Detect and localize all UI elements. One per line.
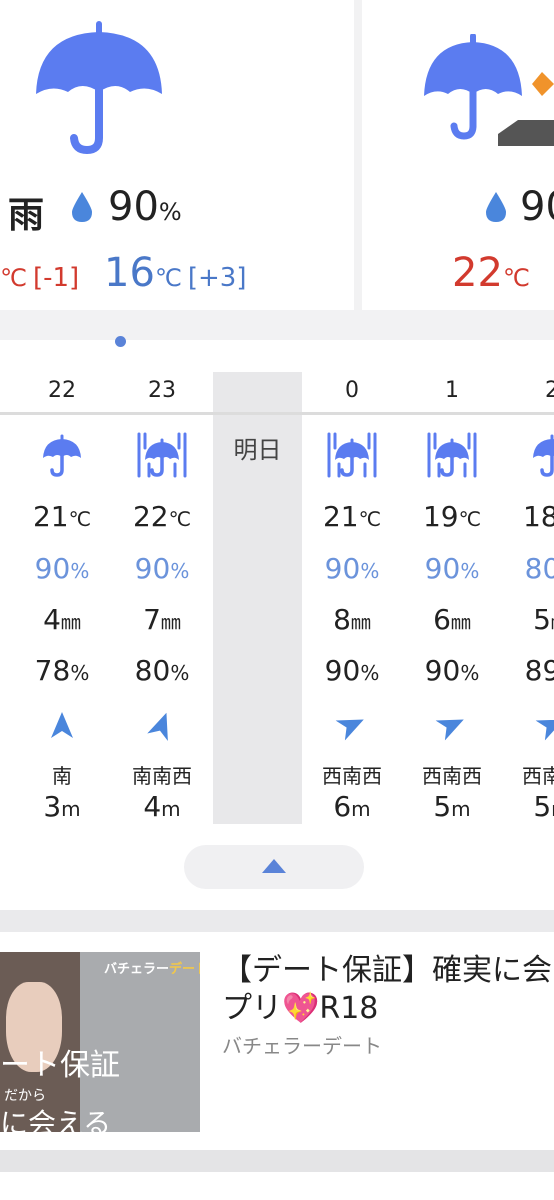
- hour-label: 0: [345, 378, 359, 403]
- next-day-card[interactable]: 90 22℃: [362, 0, 554, 310]
- section-separator: [0, 910, 554, 932]
- hour-humidity: 90%: [424, 654, 480, 687]
- hour-precip-prob: 90%: [34, 552, 90, 585]
- hour-humidity: 78%: [34, 654, 90, 687]
- raindrop-icon: [486, 192, 506, 222]
- hour-precip-prob: 90%: [424, 552, 480, 585]
- hour-column: 23 22℃ 90% 7㎜ 80% 南南西 4m: [112, 350, 212, 830]
- hour-temp: 22℃: [132, 500, 192, 533]
- hour-temp: 18℃: [522, 500, 554, 533]
- hour-precip-mm: 8㎜: [333, 603, 371, 636]
- wind-direction: 南南西: [132, 764, 192, 788]
- umbrella-icon: [502, 430, 554, 480]
- heavy-rain-umbrella-icon: [302, 430, 402, 480]
- ad-banner[interactable]: バチェラーデート ート保証 だから に会える 【デート保証】確実に会 プリ💖R1…: [0, 932, 554, 1150]
- umbrella-cloud-icon: [424, 34, 554, 146]
- hour-label: 22: [48, 378, 76, 403]
- wind-speed: 5m: [533, 790, 554, 823]
- wind-arrow-icon: [112, 710, 212, 741]
- high-temp: 22℃: [452, 250, 530, 296]
- umbrella-icon: [36, 21, 162, 155]
- hour-precip-mm: 4㎜: [43, 603, 81, 636]
- wind-arrow-icon: [402, 710, 502, 741]
- triangle-up-icon: [262, 859, 286, 873]
- hour-humidity: 89%: [524, 654, 554, 687]
- hour-label: 2: [545, 378, 554, 403]
- precip-prob: 90: [520, 184, 554, 230]
- ad-image[interactable]: バチェラーデート ート保証 だから に会える: [0, 952, 200, 1132]
- hour-precip-prob: 80%: [524, 552, 554, 585]
- hourly-forecast[interactable]: 明日 22 21℃ 90% 4㎜ 78% 南 3m 23 22℃ 90% 7㎜ 80% 南南西 4m 0 21…: [0, 350, 554, 910]
- weather-screen: 雨 90% ℃[-1] 16℃[+3] 90 22℃: [0, 0, 554, 1200]
- ad-title[interactable]: 【デート保証】確実に会 プリ💖R18: [222, 952, 554, 1028]
- low-temp: 16℃ [+3]: [104, 250, 247, 296]
- hour-precip-prob: 90%: [324, 552, 380, 585]
- tomorrow-label: 明日: [233, 436, 282, 464]
- wind-direction: 西南西: [422, 764, 482, 788]
- hour-precip-mm: 5㎜: [533, 603, 554, 636]
- hour-column: 22 21℃ 90% 4㎜ 78% 南 3m: [12, 350, 112, 830]
- hour-column: 2 18℃ 80% 5㎜ 89% 西南西5m: [502, 350, 554, 830]
- hour-column: 0 21℃ 90% 8㎜ 90% 西南西 6m: [302, 350, 402, 830]
- daily-forecast-strip[interactable]: 雨 90% ℃[-1] 16℃[+3] 90 22℃: [0, 0, 554, 340]
- ad-image-text: に会える: [0, 1107, 112, 1132]
- high-temp: ℃ [-1]: [0, 263, 80, 293]
- hour-precip-mm: 7㎜: [143, 603, 181, 636]
- hour-humidity: 90%: [324, 654, 380, 687]
- hour-temp: 19℃: [422, 500, 482, 533]
- heavy-rain-umbrella-icon: [402, 430, 502, 480]
- page-indicator-dot: [115, 336, 126, 347]
- ad-sponsor: バチェラーデート: [222, 1034, 382, 1058]
- hour-temp: 21℃: [32, 500, 92, 533]
- wind-direction: 西南西: [322, 764, 382, 788]
- wind-direction: 西南西: [522, 764, 554, 788]
- wind-arrow-icon: [12, 710, 112, 740]
- wind-speed: 5m: [433, 790, 471, 823]
- hour-humidity: 80%: [134, 654, 190, 687]
- precip-prob: 90%: [108, 184, 182, 230]
- hour-precip-prob: 90%: [134, 552, 190, 585]
- raindrop-icon: [72, 192, 92, 222]
- wind-speed: 4m: [143, 790, 181, 823]
- umbrella-icon: [12, 430, 112, 480]
- hour-label: 23: [148, 378, 176, 403]
- hour-precip-mm: 6㎜: [433, 603, 471, 636]
- hour-column: 1 19℃ 90% 6㎜ 90% 西南西 5m: [402, 350, 502, 830]
- condition-label: 雨: [8, 195, 45, 236]
- collapse-button[interactable]: [184, 845, 364, 889]
- wind-direction: 南: [52, 764, 72, 788]
- ad-image-text: ート保証: [0, 1048, 120, 1083]
- wind-speed: 3m: [43, 790, 81, 823]
- wind-arrow-icon: [502, 710, 554, 741]
- hour-temp: 21℃: [322, 500, 382, 533]
- heavy-rain-umbrella-icon: [112, 430, 212, 480]
- today-card[interactable]: 雨 90% ℃ [-1] 16℃ [+3]: [0, 0, 354, 310]
- ad-brand-logo: バチェラーデート: [104, 962, 200, 977]
- wind-arrow-icon: [302, 710, 402, 741]
- hour-label: 1: [445, 378, 459, 403]
- wind-speed: 6m: [333, 790, 371, 823]
- section-separator: [0, 1150, 554, 1172]
